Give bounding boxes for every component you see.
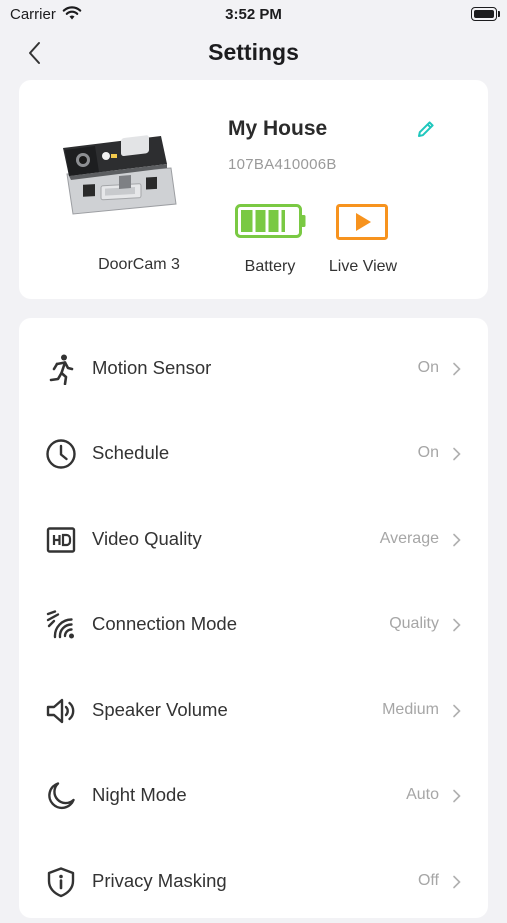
live-view-label: Live View xyxy=(328,258,398,275)
setting-value: On xyxy=(417,359,439,376)
doorcam-device-image xyxy=(63,135,177,215)
chevron-right-icon xyxy=(453,704,461,718)
device-model-label: DoorCam 3 xyxy=(98,256,180,273)
chevron-right-icon xyxy=(453,618,461,632)
battery-button[interactable]: Battery xyxy=(233,200,309,280)
setting-label: Privacy Masking xyxy=(92,870,227,891)
chevron-right-icon xyxy=(453,362,461,376)
live-view-button[interactable]: Live View xyxy=(321,200,405,280)
setting-row-night-mode[interactable]: Night Mode Auto xyxy=(19,752,488,837)
hd-icon xyxy=(46,527,76,553)
setting-row-privacy-masking[interactable]: Privacy Masking Off xyxy=(19,838,488,923)
setting-label: Speaker Volume xyxy=(92,699,228,720)
setting-value: Auto xyxy=(406,786,439,803)
speaker-icon xyxy=(46,698,75,724)
status-battery-icon xyxy=(471,7,500,21)
setting-label: Motion Sensor xyxy=(92,357,212,378)
setting-row-video-quality[interactable]: Video Quality Average xyxy=(19,496,488,581)
chevron-right-icon xyxy=(453,447,461,461)
status-bar: Carrier 3:52 PM xyxy=(0,0,507,30)
setting-row-connection-mode[interactable]: Connection Mode Quality xyxy=(19,581,488,666)
signal-waves-icon xyxy=(46,610,74,639)
nav-bar: Settings xyxy=(0,30,507,74)
setting-value: On xyxy=(417,444,439,461)
battery-label: Battery xyxy=(244,258,296,275)
play-icon xyxy=(336,204,388,240)
setting-value: Quality xyxy=(389,615,439,632)
setting-label: Night Mode xyxy=(92,784,187,805)
running-person-icon xyxy=(49,354,74,385)
status-time: 3:52 PM xyxy=(225,6,282,23)
setting-value: Average xyxy=(379,530,439,547)
page-title: Settings xyxy=(208,39,299,65)
setting-value: Off xyxy=(417,872,439,889)
moon-icon xyxy=(48,782,75,810)
setting-row-motion-sensor[interactable]: Motion Sensor On xyxy=(19,325,488,410)
setting-row-schedule[interactable]: Schedule On xyxy=(19,410,488,495)
edit-pencil-icon[interactable] xyxy=(415,118,437,140)
shield-info-icon xyxy=(47,867,75,898)
clock-icon xyxy=(46,439,76,469)
chevron-right-icon xyxy=(453,533,461,547)
setting-label: Video Quality xyxy=(92,528,202,549)
device-name: My House xyxy=(228,117,328,140)
setting-label: Connection Mode xyxy=(92,613,238,634)
setting-row-speaker-volume[interactable]: Speaker Volume Medium xyxy=(19,667,488,752)
device-card: DoorCam 3 My House 107BA410006B Battery … xyxy=(19,80,488,299)
battery-level-icon xyxy=(235,204,306,238)
setting-label: Schedule xyxy=(92,442,170,463)
chevron-right-icon xyxy=(453,789,461,803)
chevron-right-icon xyxy=(453,875,461,889)
device-serial: 107BA410006B xyxy=(228,156,337,173)
settings-list: Motion Sensor On Schedule On Video Quali… xyxy=(19,318,488,918)
setting-value: Medium xyxy=(382,701,439,718)
